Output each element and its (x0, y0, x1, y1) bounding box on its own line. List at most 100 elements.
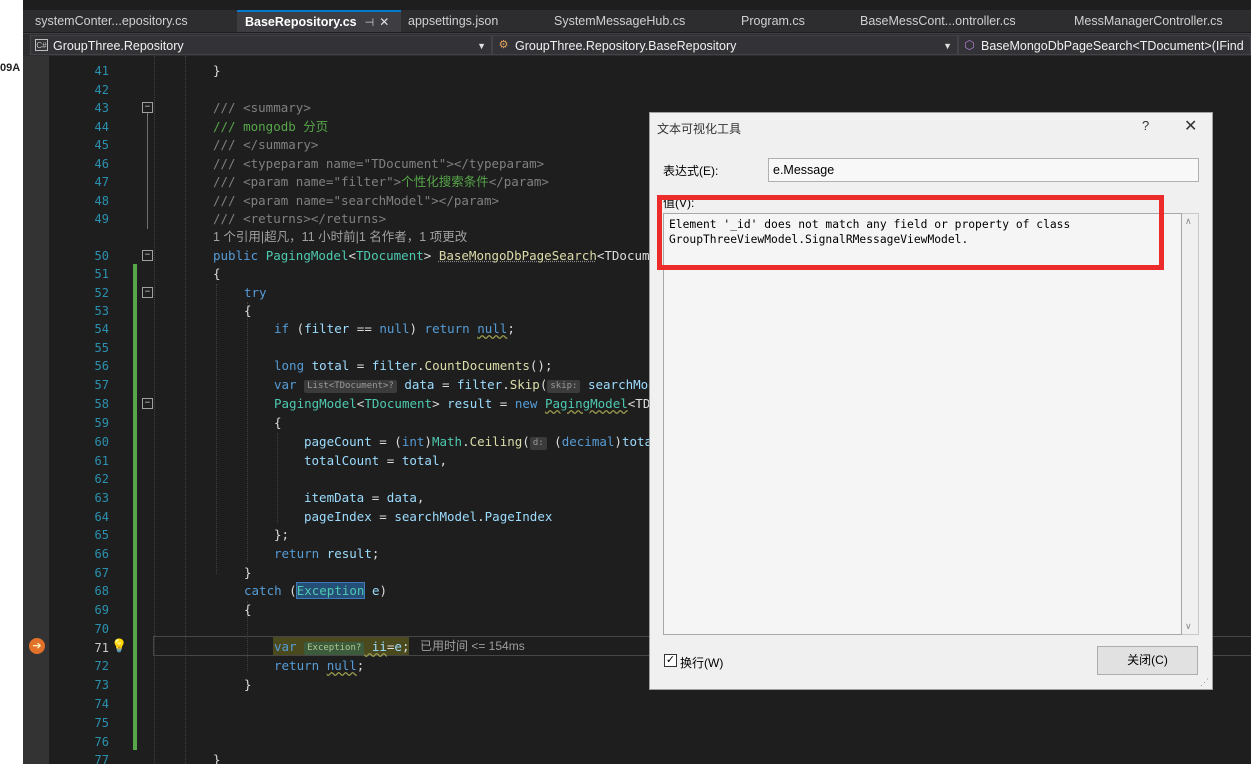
class-dropdown[interactable]: ⚙ GroupThree.Repository.BaseRepository ▼ (492, 35, 958, 55)
change-tracking-bar (133, 264, 137, 750)
code-line-51: { (213, 266, 221, 281)
tab-mess-manager-controller[interactable]: MessManagerController.cs (1066, 10, 1231, 32)
line-number: 70 (94, 622, 109, 636)
code-line-58: PagingModel<TDocument> result = new Pagi… (274, 396, 651, 411)
line-number: 48 (94, 194, 109, 208)
tab-program[interactable]: Program.cs (733, 10, 813, 32)
indent-guide (154, 56, 156, 764)
code-line-56: long total = filter.CountDocuments(); (274, 358, 553, 373)
chevron-down-icon[interactable]: ∨ (1185, 621, 1192, 632)
expression-label: 表达式(E): (663, 164, 719, 178)
line-number: 58 (94, 397, 109, 411)
code-line-49: /// <returns></returns> (213, 211, 387, 226)
line-number: 68 (94, 584, 109, 598)
value-textarea[interactable]: Element '_id' does not match any field o… (663, 213, 1182, 635)
tab-appsettings[interactable]: appsettings.json (400, 10, 506, 32)
close-button[interactable]: 关闭(C) (1097, 646, 1198, 675)
wrap-label[interactable]: 换行(W) (680, 654, 723, 671)
line-number: 61 (94, 454, 109, 468)
indent-guide (216, 284, 218, 574)
close-icon[interactable]: ✕ (379, 15, 389, 29)
code-line-54: if (filter == null) return null; (274, 321, 515, 336)
code-line-73: } (244, 677, 252, 692)
method-cube-icon: ⬡ (964, 38, 975, 52)
code-line-63: itemData = data, (304, 490, 425, 505)
tab-system-conter-repository[interactable]: systemConter...epository.cs (27, 10, 196, 32)
collapse-icon[interactable]: − (142, 398, 153, 409)
class-name: GroupThree.Repository.BaseRepository (515, 39, 737, 53)
collapse-icon[interactable]: − (142, 250, 153, 261)
text-visualizer-dialog: 文本可视化工具 ? ✕ 表达式(E): e.Message 值(V): Elem… (649, 112, 1213, 690)
class-icon: ⚙ (498, 39, 509, 51)
code-line-59: { (274, 415, 282, 430)
inlay-param-hint: d: (529, 437, 547, 450)
line-number: 63 (94, 491, 109, 505)
line-number: 45 (94, 138, 109, 152)
tab-base-repository[interactable]: BaseRepository.cs ⊣ ✕ (237, 10, 401, 32)
code-line-43: /// <summary> (213, 100, 311, 115)
code-line-45: /// </summary> (213, 137, 319, 152)
code-line-67: } (244, 565, 252, 580)
indent-guide (185, 56, 187, 764)
tab-label: SystemMessageHub.cs (554, 14, 686, 28)
project-dropdown[interactable]: C# GroupThree.Repository ▼ (30, 35, 492, 55)
tab-label: systemConter...epository.cs (35, 14, 188, 28)
code-line-47: /// <param name="filter">个性化搜索条件</param> (213, 174, 549, 189)
line-number: 67 (94, 566, 109, 580)
member-dropdown[interactable]: ⬡ BaseMongoDbPageSearch<TDocument>(IFind (958, 35, 1251, 55)
code-line-69: { (244, 602, 252, 617)
inlay-type-hint: Exception? (304, 642, 365, 655)
line-number: 59 (94, 416, 109, 430)
line-number: 41 (94, 64, 109, 78)
value-scrollbar[interactable]: ∧ ∨ (1182, 213, 1199, 635)
code-line-53: { (244, 303, 252, 318)
current-statement-arrow-icon[interactable]: ➔ (29, 638, 45, 654)
codelens-references[interactable]: 1 个引用|超凡，11 小时前|1 名作者，1 项更改 (213, 228, 467, 246)
resize-grip-icon[interactable]: ⋰ (1200, 677, 1210, 687)
line-number: 76 (94, 735, 109, 749)
indicator-margin[interactable] (23, 56, 49, 764)
dialog-title: 文本可视化工具 (657, 122, 742, 136)
code-line-77: } (213, 752, 221, 764)
tab-label: BaseMessCont...ontroller.cs (860, 14, 1016, 28)
line-number: 56 (94, 359, 109, 373)
line-number: 47 (94, 175, 109, 189)
member-name: BaseMongoDbPageSearch<TDocument>(IFind (981, 39, 1244, 53)
collapse-icon[interactable]: − (142, 287, 153, 298)
line-number: 42 (94, 83, 109, 97)
lightbulb-icon[interactable]: 💡 (111, 638, 127, 654)
code-line-50: public PagingModel<TDocument> BaseMongoD… (213, 248, 650, 263)
help-icon[interactable]: ? (1142, 118, 1149, 133)
line-number: 77 (94, 753, 109, 764)
line-number: 55 (94, 341, 109, 355)
tab-label: BaseRepository.cs (245, 15, 357, 29)
line-number: 69 (94, 603, 109, 617)
tab-label: appsettings.json (408, 14, 499, 28)
close-icon[interactable]: ✕ (1184, 116, 1197, 136)
chevron-down-icon: ▼ (943, 41, 952, 51)
line-number: 43 (94, 101, 109, 115)
code-line-65: }; (274, 527, 290, 542)
tab-base-mess-controller[interactable]: BaseMessCont...ontroller.cs (852, 10, 1024, 32)
line-number: 64 (94, 510, 109, 524)
line-number: 50 (94, 249, 109, 263)
tab-label: Program.cs (741, 14, 805, 28)
wrap-checkbox[interactable]: ✓ (664, 654, 677, 667)
line-number: 57 (94, 378, 109, 392)
chevron-up-icon[interactable]: ∧ (1185, 216, 1192, 227)
pin-icon[interactable]: ⊣ (365, 17, 375, 29)
line-number: 44 (94, 120, 109, 134)
collapse-icon[interactable]: − (142, 102, 153, 113)
line-number: 71 (94, 641, 109, 655)
code-line-61: totalCount = total, (304, 453, 448, 468)
red-annotation-box (657, 195, 1164, 270)
left-window-strip: 09A (0, 0, 23, 764)
code-line-68: catch (Exception e) (244, 582, 388, 599)
indent-guide (247, 302, 249, 562)
project-name: GroupThree.Repository (53, 39, 184, 53)
code-line-48: /// <param name="searchModel"></param> (213, 193, 500, 208)
csharp-project-icon: C# (35, 39, 48, 51)
code-line-57: var List<TDocument>? data = filter.Skip(… (274, 377, 656, 393)
expression-field[interactable]: e.Message (768, 158, 1199, 182)
tab-system-message-hub[interactable]: SystemMessageHub.cs (546, 10, 693, 32)
